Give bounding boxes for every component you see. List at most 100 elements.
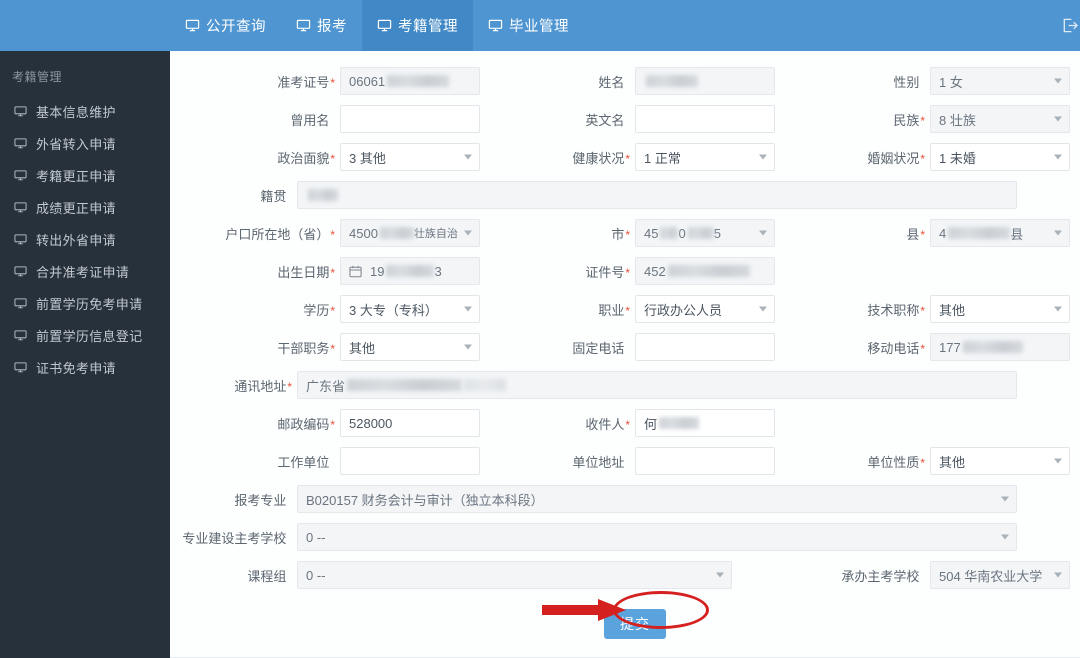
chevron-down-icon [464,306,472,312]
field-group-unit-nature: 单位性质* 其他 [775,447,1070,475]
sidebar-item-label: 转出外省申请 [36,232,116,248]
mobile-input[interactable]: 177 [930,333,1070,361]
sidebar-item-basic-info[interactable]: 基本信息维护 [0,95,170,127]
nav-item-public-query[interactable]: 公开查询 [170,0,281,51]
topbar-brand-area [0,0,170,51]
health-status-select[interactable]: 1 正常 [635,143,775,171]
nav-item-exam-records[interactable]: 考籍管理 [362,0,473,51]
id-number-input[interactable]: 452 [635,257,775,285]
sidebar-item-prior-education-registration[interactable]: 前置学历信息登记 [0,319,170,351]
mailing-address-input[interactable]: 广东省 [297,371,1017,399]
postal-code-input[interactable]: 528000 [340,409,480,437]
label-name: 姓名* [598,74,625,90]
monitor-icon [14,201,27,214]
form-row: 户口所在地（省）* 4500 壮族自治 市* 45 0 5 县* 4县 [170,214,1080,252]
household-province-select[interactable]: 4500 壮族自治 [340,219,480,247]
unit-nature-select[interactable]: 其他 [930,447,1070,475]
marital-status-select[interactable]: 1 未婚 [930,143,1070,171]
field-group-ethnicity: 民族* 8 壮族 [775,105,1070,133]
english-name-input[interactable] [635,105,775,133]
nav-label: 报考 [317,19,347,35]
sidebar-item-label: 考籍更正申请 [36,168,116,184]
label-household-city: 市* [611,226,630,242]
label-former-name: 曾用名* [290,112,330,128]
landline-input[interactable] [635,333,775,361]
redacted-text [660,227,679,239]
sidebar-item-transfer-in[interactable]: 外省转入申请 [0,127,170,159]
top-nav-items: 公开查询 报考 考籍管理 毕业管理 [170,0,584,51]
chevron-down-icon [1054,154,1062,160]
label-education: 学历* [303,302,335,318]
label-english-name: 英文名* [585,112,625,128]
work-unit-input[interactable] [340,447,480,475]
major-host-school-select[interactable]: 0 -- [297,523,1017,551]
label-household-province: 户口所在地（省）* [225,226,335,242]
technical-title-select[interactable]: 其他 [930,295,1070,323]
submit-button[interactable]: 提交 [604,609,666,639]
sidebar-item-merge-admission[interactable]: 合并准考证申请 [0,255,170,287]
field-group-mailing-address: 通讯地址* 广东省 [170,371,1070,399]
label-work-unit: 工作单位* [277,454,330,470]
label-postal-code: 邮政编码* [277,416,335,432]
political-status-select[interactable]: 3 其他 [340,143,480,171]
field-group-political-status: 政治面貌* 3 其他 [170,143,480,171]
topbar-actions [1061,0,1080,51]
field-group-admission-number: 准考证号* 06061 [170,67,480,95]
main-content: 准考证号* 06061 姓名* 性别* 1 女 曾用名* [170,51,1080,658]
admission-number-input[interactable]: 06061 [340,67,480,95]
monitor-icon [185,18,200,33]
form-row: 通讯地址* 广东省 [170,366,1080,404]
education-select[interactable]: 3 大专（专科） [340,295,480,323]
label-health-status: 健康状况* [572,150,630,166]
sidebar-item-prior-education-exemption[interactable]: 前置学历免考申请 [0,287,170,319]
recipient-input[interactable]: 何 [635,409,775,437]
logout-icon[interactable] [1061,17,1078,34]
nav-item-registration[interactable]: 报考 [281,0,362,51]
top-navigation-bar: 公开查询 报考 考籍管理 毕业管理 [0,0,1080,51]
chevron-down-icon [759,230,767,236]
ethnicity-select[interactable]: 8 壮族 [930,105,1070,133]
label-birth-date: 出生日期* [277,264,335,280]
form-row: 学历* 3 大专（专科） 职业* 行政办公人员 技术职称* 其他 [170,290,1080,328]
cadre-position-select[interactable]: 其他 [340,333,480,361]
sidebar-item-label: 基本信息维护 [36,104,116,120]
form-row: 专业建设主考学校* 0 -- [170,518,1080,556]
field-group-major-host-school: 专业建设主考学校* 0 -- [170,523,1070,551]
monitor-icon [14,297,27,310]
chevron-down-icon [759,306,767,312]
birth-date-input[interactable]: 19 3 [340,257,480,285]
household-county-select[interactable]: 4县 [930,219,1070,247]
unit-address-input[interactable] [635,447,775,475]
calendar-icon [349,265,362,278]
chevron-down-icon [1001,534,1009,540]
redacted-text [948,227,1011,239]
monitor-icon [14,169,27,182]
nav-item-graduation[interactable]: 毕业管理 [473,0,584,51]
sidebar-item-certificate-exemption[interactable]: 证书免考申请 [0,351,170,383]
name-input[interactable] [635,67,775,95]
major-select[interactable]: B020157 财务会计与审计（独立本科段） [297,485,1017,513]
former-name-input[interactable] [340,105,480,133]
label-occupation: 职业* [598,302,630,318]
chevron-down-icon [464,344,472,350]
nav-label: 公开查询 [206,19,266,35]
sidebar-item-transfer-out[interactable]: 转出外省申请 [0,223,170,255]
label-course-group: 课程组* [247,568,287,584]
redacted-text [387,75,450,87]
sidebar-item-record-correction[interactable]: 考籍更正申请 [0,159,170,191]
label-unit-nature: 单位性质* [867,454,925,470]
form-row: 政治面貌* 3 其他 健康状况* 1 正常 婚姻状况* 1 未婚 [170,138,1080,176]
sidebar-item-score-correction[interactable]: 成绩更正申请 [0,191,170,223]
label-mobile: 移动电话* [867,340,925,356]
household-city-select[interactable]: 45 0 5 [635,219,775,247]
native-place-input[interactable] [297,181,1017,209]
occupation-select[interactable]: 行政办公人员 [635,295,775,323]
label-major-host-school: 专业建设主考学校* [182,530,287,546]
course-group-select[interactable]: 0 -- [297,561,732,589]
label-admission-number: 准考证号* [277,74,335,90]
sidebar: 考籍管理 基本信息维护 外省转入申请 考籍更正申请 成绩更正申请 转出外省申请 [0,51,170,658]
organizing-school-select[interactable]: 504 华南农业大学 [930,561,1070,589]
label-id-number: 证件号* [585,264,630,280]
redacted-text [308,189,338,201]
gender-select[interactable]: 1 女 [930,67,1070,95]
